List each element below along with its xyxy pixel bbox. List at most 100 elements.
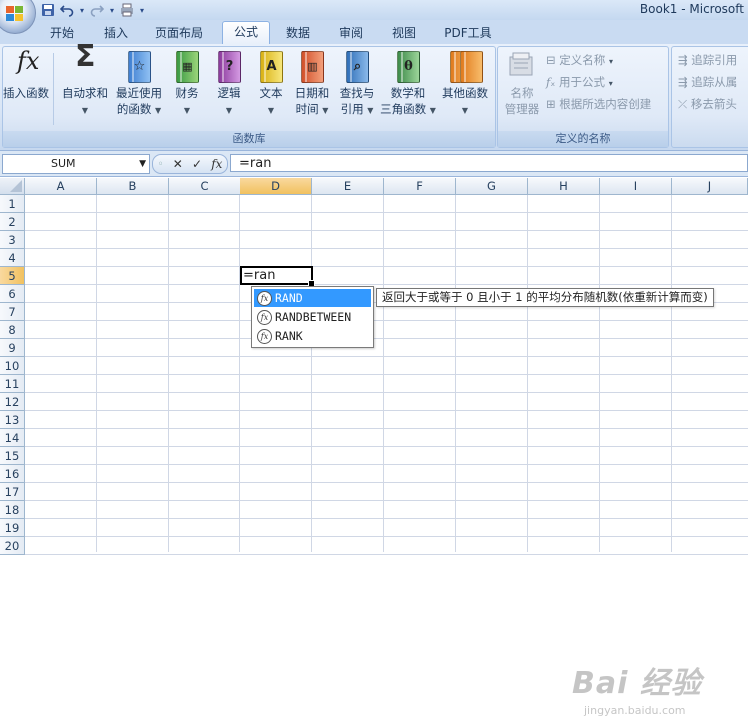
watermark: Bai 经验 jingyan.baidu.com — [572, 658, 748, 726]
row-header-6[interactable]: 6 — [0, 285, 25, 303]
row-header-5[interactable]: 5 — [0, 267, 25, 285]
enter-icon[interactable]: ✓ — [192, 157, 202, 171]
column-header-f[interactable]: F — [384, 178, 456, 195]
logical-button[interactable]: ? 逻辑 ▼ — [209, 51, 249, 119]
active-cell-d5[interactable]: =ran — [240, 266, 315, 287]
name-manager-icon — [507, 51, 537, 83]
row-header-8[interactable]: 8 — [0, 321, 25, 339]
row-header-3[interactable]: 3 — [0, 231, 25, 249]
row-header-18[interactable]: 18 — [0, 501, 25, 519]
function-tooltip: 返回大于或等于 0 且小于 1 的平均分布随机数(依重新计算而变) — [376, 288, 714, 307]
tab-insert[interactable]: 插入 — [94, 23, 138, 44]
column-header-i[interactable]: I — [600, 178, 672, 195]
text-functions-button[interactable]: A 文本 ▼ — [251, 51, 291, 119]
grid-line — [25, 356, 748, 357]
financial-button[interactable]: ▦ 财务 ▼ — [167, 51, 207, 119]
grid-line — [25, 464, 748, 465]
books-icon — [450, 51, 483, 83]
print-icon[interactable] — [119, 2, 135, 18]
tab-data[interactable]: 数据 — [276, 23, 320, 44]
row-header-4[interactable]: 4 — [0, 249, 25, 267]
chevron-down-icon: ▼ — [155, 106, 162, 115]
grid-line — [25, 212, 748, 213]
date-time-button[interactable]: ▥ 日期和 时间 ▼ — [291, 51, 333, 119]
trace-dependents-button[interactable]: ⇶ 追踪从属 — [678, 73, 737, 91]
define-name-button[interactable]: ⊟ 定义名称 ▾ — [546, 51, 613, 71]
formula-input[interactable]: =ran — [230, 154, 748, 172]
trace-precedents-button[interactable]: ⇶ 追踪引用 — [678, 51, 737, 69]
worksheet-grid: ABCDEFGHIJ 1 2 3 4 5 6 7 8 9 10 11 12 13 14 15 16 17 18 19… — [0, 178, 748, 717]
grid-line — [25, 374, 748, 375]
recent-functions-button[interactable]: ☆ 最近使用 的函数 ▼ — [113, 51, 165, 119]
row-header-17[interactable]: 17 — [0, 483, 25, 501]
undo-icon[interactable] — [59, 2, 75, 18]
row-header-16[interactable]: 16 — [0, 465, 25, 483]
tab-pdf-tools[interactable]: PDF工具 — [436, 23, 500, 44]
defined-names-group: 名称 管理器 ⊟ 定义名称 ▾ fₓ 用于公式 ▾ ⊞ 根据所选内容创建 定义的… — [497, 46, 669, 148]
row-header-12[interactable]: 12 — [0, 393, 25, 411]
column-header-j[interactable]: J — [672, 178, 748, 195]
formula-buttons: ◦ ✕ ✓ fx — [152, 154, 228, 174]
column-header-e[interactable]: E — [312, 178, 384, 195]
grid-line — [25, 500, 748, 501]
chevron-down-icon[interactable]: ▾ — [78, 2, 86, 18]
tab-page-layout[interactable]: 页面布局 — [146, 23, 212, 44]
more-functions-button[interactable]: 其他函数 ▼ — [437, 51, 493, 119]
row-header-2[interactable]: 2 — [0, 213, 25, 231]
name-manager-button[interactable]: 名称 管理器 — [500, 51, 544, 117]
autocomplete-item-rand[interactable]: fx RAND — [254, 289, 371, 307]
name-box[interactable]: SUM ▼ — [2, 154, 150, 174]
grid-line — [25, 284, 748, 285]
autocomplete-item-randbetween[interactable]: fx RANDBETWEEN — [254, 308, 371, 326]
grid-line — [25, 482, 748, 483]
defined-names-label: 定义的名称 — [498, 131, 668, 147]
grid-line — [25, 266, 748, 267]
row-header-20[interactable]: 20 — [0, 537, 25, 555]
create-from-selection-button[interactable]: ⊞ 根据所选内容创建 — [546, 95, 651, 113]
chevron-down-icon[interactable]: ▾ — [108, 2, 116, 18]
column-header-a[interactable]: A — [25, 178, 97, 195]
autosum-button[interactable]: Σ 自动求和 ▼ — [59, 42, 111, 119]
insert-function-icon[interactable]: fx — [211, 157, 222, 171]
row-header-15[interactable]: 15 — [0, 447, 25, 465]
row-header-1[interactable]: 1 — [0, 195, 25, 213]
lookup-reference-button[interactable]: ⌕ 查找与 引用 ▼ — [335, 51, 379, 119]
chevron-down-icon: ▾ — [608, 57, 613, 66]
column-header-b[interactable]: B — [97, 178, 169, 195]
row-header-13[interactable]: 13 — [0, 411, 25, 429]
autocomplete-item-rank[interactable]: fx RANK — [254, 327, 371, 345]
tab-view[interactable]: 视图 — [382, 23, 426, 44]
select-all-corner[interactable] — [0, 178, 25, 195]
save-icon[interactable] — [40, 2, 56, 18]
function-icon: fx — [257, 291, 272, 306]
fx-icon: fx — [17, 47, 40, 75]
tab-formulas[interactable]: 公式 — [222, 21, 270, 45]
chevron-down-icon: ▾ — [608, 79, 613, 88]
column-header-g[interactable]: G — [456, 178, 528, 195]
row-header-19[interactable]: 19 — [0, 519, 25, 537]
column-header-c[interactable]: C — [169, 178, 241, 195]
use-in-formula-button[interactable]: fₓ 用于公式 ▾ — [546, 73, 613, 93]
chevron-down-icon: ▼ — [267, 106, 275, 115]
row-header-9[interactable]: 9 — [0, 339, 25, 357]
row-header-11[interactable]: 11 — [0, 375, 25, 393]
fx-small-icon: f — [546, 75, 551, 89]
row-header-7[interactable]: 7 — [0, 303, 25, 321]
column-header-d[interactable]: D — [240, 178, 312, 195]
column-header-h[interactable]: H — [528, 178, 600, 195]
insert-function-button[interactable]: fx 插入函数 — [1, 47, 51, 101]
cancel-icon[interactable]: ✕ — [173, 157, 183, 171]
grid-line — [25, 392, 748, 393]
redo-icon[interactable] — [89, 2, 105, 18]
row-header-10[interactable]: 10 — [0, 357, 25, 375]
tab-review[interactable]: 审阅 — [329, 23, 373, 44]
chevron-down-icon: ▼ — [81, 106, 89, 115]
math-trig-button[interactable]: θ 数学和 三角函数 ▼ — [379, 51, 437, 119]
formula-auditing-group: ⇶ 追踪引用 ⇶ 追踪从属 ⤫ 移去箭头 — [671, 46, 748, 148]
function-icon: fx — [257, 329, 272, 344]
remove-arrows-button[interactable]: ⤫ 移去箭头 — [678, 95, 737, 113]
chevron-down-icon: ▼ — [183, 106, 191, 115]
chevron-down-icon[interactable]: ▼ — [139, 155, 146, 173]
row-header-14[interactable]: 14 — [0, 429, 25, 447]
customize-qat-icon[interactable]: ▾ — [138, 2, 146, 18]
